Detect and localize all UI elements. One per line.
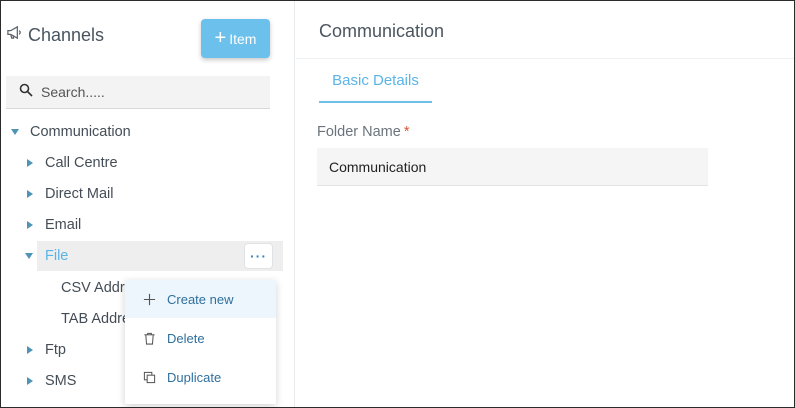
tree-item-csv[interactable]: CSV Addre (61, 275, 133, 301)
folder-name-label-text: Folder Name (317, 124, 401, 140)
caret-down-icon[interactable] (11, 129, 19, 135)
folder-name-field[interactable] (317, 148, 708, 186)
tree-item-label: CSV Addre (61, 280, 133, 296)
page-title: Communication (319, 21, 445, 41)
search-box (6, 76, 270, 109)
plus-icon (142, 292, 156, 306)
more-options-button[interactable]: ··· (244, 243, 273, 269)
folder-name-label: Folder Name * (317, 124, 409, 140)
menu-item-label: Duplicate (167, 369, 222, 385)
add-item-label: Item (229, 30, 257, 47)
megaphone-icon (6, 24, 23, 46)
caret-right-icon[interactable] (27, 190, 33, 198)
tree-item-call-centre[interactable]: Call Centre (27, 150, 118, 176)
caret-down-icon[interactable] (25, 253, 33, 259)
tree-item-label: File (45, 248, 69, 264)
search-input[interactable] (41, 84, 261, 100)
required-marker: * (403, 124, 410, 140)
tree-item-sms[interactable]: SMS (27, 368, 76, 394)
tree-item-label: Email (45, 217, 82, 233)
plus-icon: + (214, 26, 227, 49)
tree-item-label: Ftp (45, 342, 66, 358)
add-item-button[interactable]: + Item (201, 19, 270, 58)
caret-right-icon[interactable] (27, 221, 33, 229)
context-menu: Create new Delete Duplicate (125, 280, 276, 404)
menu-item-create-new[interactable]: Create new (125, 280, 276, 318)
menu-item-duplicate[interactable]: Duplicate (125, 358, 276, 396)
tree-item-ftp[interactable]: Ftp (27, 337, 66, 363)
tree-item-email[interactable]: Email (27, 212, 81, 238)
search-icon (6, 83, 33, 102)
tree-item-file[interactable]: File (25, 243, 68, 269)
tab-basic-details[interactable]: Basic Details (319, 59, 432, 103)
sidebar-header: Channels (6, 24, 104, 46)
tree-item-label: Direct Mail (45, 186, 114, 202)
tree-item-direct-mail[interactable]: Direct Mail (27, 181, 113, 207)
trash-icon (142, 331, 156, 345)
tree-item-label: SMS (45, 373, 77, 389)
caret-right-icon[interactable] (27, 159, 33, 167)
sidebar-title: Channels (28, 24, 105, 45)
tree-item-label: Call Centre (45, 155, 118, 171)
caret-right-icon[interactable] (27, 346, 33, 354)
tree-item-label: TAB Addre (61, 311, 131, 327)
tree-item-tab[interactable]: TAB Addre (61, 306, 130, 332)
menu-item-delete[interactable]: Delete (125, 319, 276, 357)
copy-icon (142, 370, 156, 384)
tree-item-communication[interactable]: Communication (11, 119, 131, 145)
tree-item-label: Communication (30, 124, 131, 140)
caret-right-icon[interactable] (27, 377, 33, 385)
menu-item-label: Create new (167, 291, 234, 307)
menu-item-label: Delete (167, 330, 205, 346)
